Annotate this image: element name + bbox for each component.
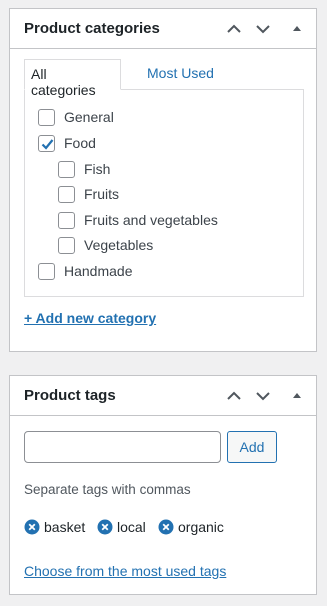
checkbox-checked[interactable]: [38, 134, 55, 152]
tag-item: local: [97, 517, 146, 537]
checkbox[interactable]: [58, 185, 75, 203]
tags-box-header: Product tags: [10, 376, 316, 416]
tag-label: organic: [178, 519, 224, 535]
tags-box-title: Product tags: [24, 387, 116, 404]
add-new-category-link[interactable]: + Add new category: [24, 310, 156, 326]
category-label: Handmade: [64, 263, 133, 279]
chevron-up-icon: [227, 24, 241, 33]
category-label: Fruits: [84, 186, 119, 202]
category-label: General: [64, 109, 114, 125]
categories-box-title: Product categories: [24, 20, 160, 37]
tab-all-categories[interactable]: All categories: [24, 59, 121, 98]
toggle-panel-button[interactable]: [284, 384, 310, 408]
tag-label: local: [117, 519, 146, 535]
remove-circle-icon[interactable]: [97, 519, 113, 535]
checkbox[interactable]: [58, 211, 75, 229]
category-item-handmade[interactable]: Handmade: [38, 261, 133, 281]
category-tabs: All categories Most Used: [24, 59, 304, 98]
checkmark-icon: [41, 138, 54, 150]
category-checklist: General Food Fish Fruits Fruits and vege…: [24, 89, 304, 297]
checkbox[interactable]: [58, 236, 75, 254]
category-label: Vegetables: [84, 237, 154, 253]
checkbox[interactable]: [58, 160, 75, 178]
category-label: Fruits and vegetables: [84, 212, 218, 228]
move-down-button[interactable]: [250, 384, 276, 408]
tag-item: organic: [158, 517, 224, 537]
move-up-button[interactable]: [221, 17, 247, 41]
category-item-fish[interactable]: Fish: [58, 159, 110, 179]
checkbox[interactable]: [38, 108, 55, 126]
category-label: Food: [64, 135, 96, 151]
product-categories-box: Product categories All categories Most U…: [9, 8, 317, 352]
product-tags-box: Product tags Add Separate tags with comm…: [9, 375, 317, 595]
move-down-button[interactable]: [250, 17, 276, 41]
category-item-fruits-and-vegetables[interactable]: Fruits and vegetables: [58, 210, 218, 230]
category-label: Fish: [84, 161, 111, 177]
tag-hint: Separate tags with commas: [24, 482, 191, 497]
triangle-up-icon: [293, 393, 301, 398]
category-item-food[interactable]: Food: [38, 133, 96, 153]
triangle-up-icon: [293, 26, 301, 31]
tag-item: basket: [24, 517, 85, 537]
checkbox[interactable]: [38, 262, 55, 280]
move-up-button[interactable]: [221, 384, 247, 408]
remove-circle-icon[interactable]: [24, 519, 40, 535]
categories-box-header: Product categories: [10, 9, 316, 49]
chevron-down-icon: [256, 25, 270, 34]
chevron-down-icon: [256, 392, 270, 401]
tag-input[interactable]: [24, 431, 221, 463]
choose-most-used-tags-link[interactable]: Choose from the most used tags: [24, 563, 226, 579]
tag-label: basket: [44, 519, 86, 535]
toggle-panel-button[interactable]: [284, 17, 310, 41]
tab-most-used[interactable]: Most Used: [141, 59, 220, 90]
remove-circle-icon[interactable]: [158, 519, 174, 535]
add-tag-button[interactable]: Add: [227, 431, 277, 463]
category-item-fruits[interactable]: Fruits: [58, 184, 119, 204]
chevron-up-icon: [227, 391, 241, 400]
category-item-general[interactable]: General: [38, 107, 114, 127]
category-item-vegetables[interactable]: Vegetables: [58, 235, 153, 255]
